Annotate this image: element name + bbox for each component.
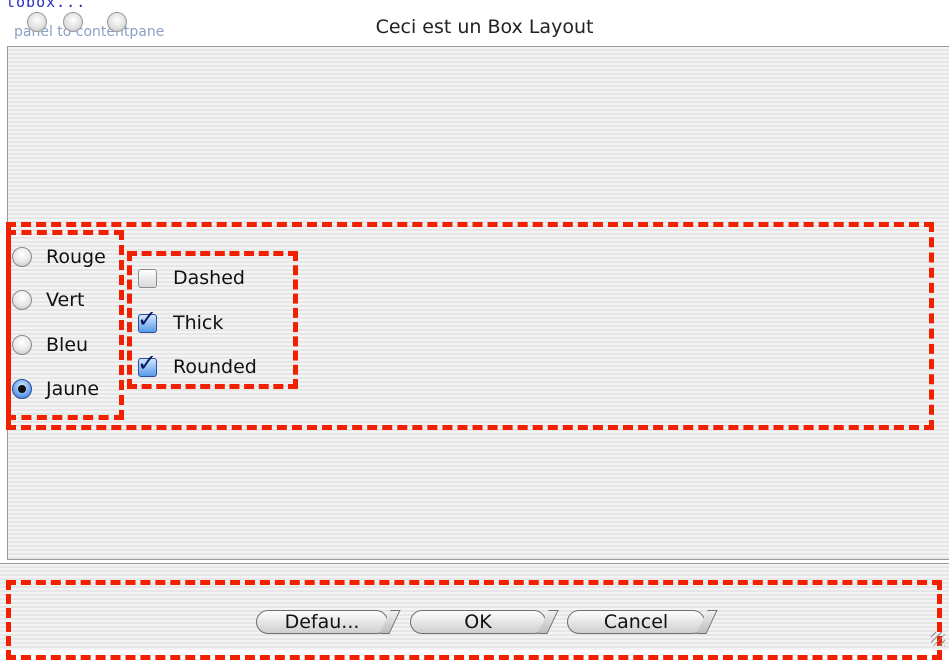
window-title: Ceci est un Box Layout — [375, 16, 594, 38]
radio-label: Jaune — [46, 378, 100, 400]
checkmark-icon: ✓ — [137, 304, 158, 333]
checkbox-label: Rounded — [173, 356, 257, 378]
title-bar: tobox... panel to contentpane Ceci est u… — [0, 0, 949, 44]
radio-label: Vert — [46, 289, 85, 311]
radio-vert[interactable]: Vert — [12, 289, 84, 311]
cancel-button[interactable]: Cancel — [567, 610, 705, 634]
checkbox-thick[interactable]: ✓ Thick — [137, 307, 224, 335]
radio-circle-icon[interactable] — [12, 335, 32, 355]
checkbox-label: Thick — [173, 312, 224, 334]
radio-circle-icon[interactable] — [12, 290, 32, 310]
checkmark-icon: ✓ — [137, 348, 158, 377]
radio-label: Bleu — [46, 334, 89, 356]
checkbox-icon[interactable] — [138, 268, 157, 288]
radio-bleu[interactable]: Bleu — [12, 334, 88, 356]
checkbox-dashed[interactable]: Dashed — [138, 267, 245, 289]
checkbox-rounded[interactable]: ✓ Rounded — [137, 351, 257, 379]
radio-circle-icon[interactable] — [12, 247, 32, 267]
radio-rouge[interactable]: Rouge — [12, 246, 106, 268]
ok-button[interactable]: OK — [410, 610, 546, 634]
radio-jaune[interactable]: Jaune — [12, 378, 99, 400]
background-code-text: tobox... — [6, 0, 87, 11]
resize-grip-icon[interactable] — [931, 632, 945, 646]
checkbox-icon[interactable]: ✓ — [137, 307, 157, 333]
checkbox-label: Dashed — [173, 267, 245, 289]
radio-selected-icon[interactable] — [12, 379, 32, 399]
default-button[interactable]: Defau... — [256, 610, 388, 634]
radio-label: Rouge — [46, 246, 106, 268]
checkbox-icon[interactable]: ✓ — [137, 351, 157, 377]
